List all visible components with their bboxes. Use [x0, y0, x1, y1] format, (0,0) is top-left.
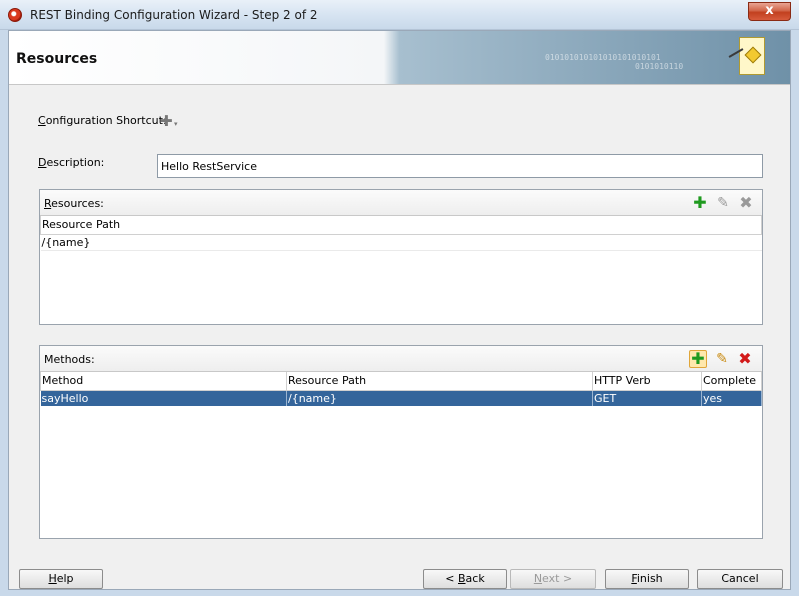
chevron-down-icon: ▾	[174, 120, 178, 128]
resources-title-text: esources:	[51, 197, 104, 210]
resources-panel-header: Resources: ✚ ✎ ✖	[40, 190, 762, 216]
resources-table: Resource Path /{name}	[40, 216, 762, 251]
table-row[interactable]: /{name}	[40, 234, 762, 251]
column-header[interactable]: Complete	[701, 372, 762, 391]
table-cell[interactable]: GET	[592, 390, 702, 406]
add-method-button[interactable]: ✚	[689, 350, 707, 368]
window-title: REST Binding Configuration Wizard - Step…	[30, 8, 318, 22]
shortcut-label: Configuration Shortcut:	[38, 114, 167, 127]
resources-title: Resources:	[44, 197, 104, 210]
banner-decoration: 010101010101010101010101 0101010110	[545, 53, 683, 71]
page-title: Resources	[16, 51, 98, 67]
delete-resource-button[interactable]: ✖	[737, 194, 755, 212]
table-cell[interactable]: yes	[701, 390, 762, 406]
table-cell[interactable]: /{name}	[40, 234, 762, 251]
methods-table: Method Resource Path HTTP Verb Complete …	[40, 372, 762, 406]
delete-method-button[interactable]: ✖	[736, 350, 754, 368]
header-banner: Resources 010101010101010101010101 01010…	[9, 31, 790, 85]
methods-panel: Methods: ✚ ✎ ✖ Method Resource Path HTTP…	[39, 345, 763, 539]
finish-button-label: inish	[636, 572, 663, 585]
column-header[interactable]: Resource Path	[286, 372, 593, 391]
cancel-button[interactable]: Cancel	[697, 569, 783, 589]
shortcut-label-text: onfiguration Shortcut:	[45, 114, 167, 127]
table-row[interactable]: sayHello /{name} GET yes	[40, 390, 762, 406]
table-cell[interactable]: /{name}	[286, 390, 593, 406]
close-button[interactable]: x	[748, 2, 791, 21]
methods-title: Methods:	[44, 353, 95, 366]
edit-resource-button[interactable]: ✎	[714, 194, 732, 212]
title-bar: REST Binding Configuration Wizard - Step…	[0, 0, 799, 30]
description-field[interactable]: Hello RestService	[157, 154, 763, 178]
binary-line: 0101010110	[635, 62, 684, 71]
edit-method-button[interactable]: ✎	[713, 350, 731, 368]
next-button[interactable]: Next >	[510, 569, 596, 589]
description-label-text: escription:	[46, 156, 105, 169]
column-header[interactable]: HTTP Verb	[592, 372, 702, 391]
app-icon	[8, 8, 22, 22]
next-button-label: ext >	[542, 572, 573, 585]
column-header[interactable]: Method	[40, 372, 287, 391]
help-button[interactable]: Help	[19, 569, 103, 589]
wizard-dialog: Resources 010101010101010101010101 01010…	[8, 30, 791, 590]
table-cell[interactable]: sayHello	[40, 390, 287, 406]
configuration-shortcut-button[interactable]: ✚ ▾	[160, 114, 184, 130]
methods-panel-header: Methods: ✚ ✎ ✖	[40, 346, 762, 372]
wizard-icon	[739, 37, 765, 75]
binary-line: 010101010101010101010101	[545, 53, 661, 62]
add-resource-button[interactable]: ✚	[691, 194, 709, 212]
back-button-label-rest: ack	[465, 572, 485, 585]
column-header[interactable]: Resource Path	[40, 216, 762, 235]
finish-button[interactable]: Finish	[605, 569, 689, 589]
back-button[interactable]: < Back	[423, 569, 507, 589]
resources-panel: Resources: ✚ ✎ ✖ Resource Path /{name}	[39, 189, 763, 325]
back-button-label: <	[445, 572, 458, 585]
help-button-label: elp	[56, 572, 74, 585]
plus-icon: ✚	[160, 112, 173, 130]
description-label: Description:	[38, 156, 105, 169]
